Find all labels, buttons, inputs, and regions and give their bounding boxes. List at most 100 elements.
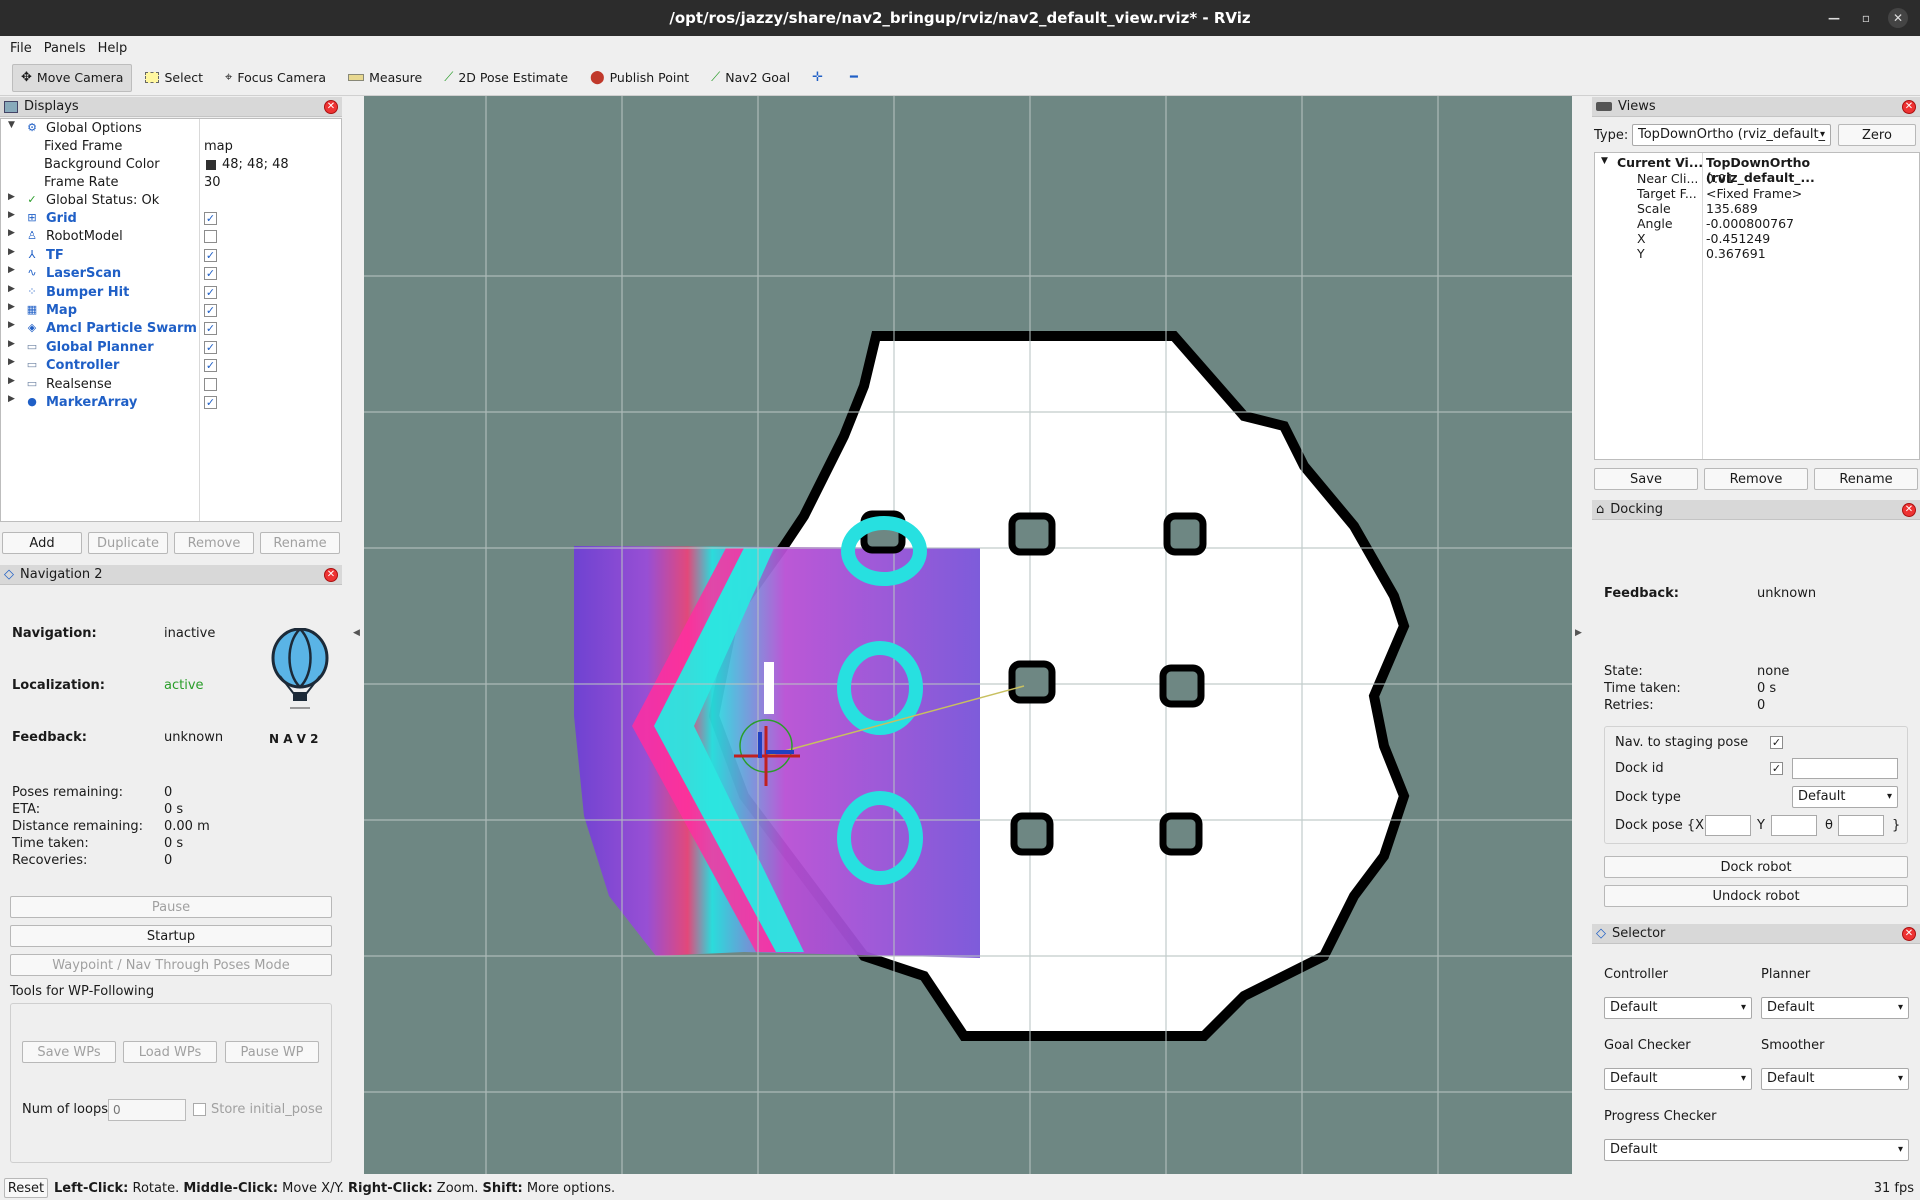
menu-file[interactable]: File <box>4 41 38 56</box>
view-prop-value[interactable]: -0.000800767 <box>1706 216 1794 231</box>
chevron-right-icon[interactable]: ▶ <box>8 210 15 220</box>
view-type-select[interactable]: TopDownOrtho (rviz_default_ <box>1632 124 1831 146</box>
publish-point-tool[interactable]: ⬤ Publish Point <box>581 64 698 92</box>
display-enabled-checkbox[interactable]: ✓ <box>204 322 217 336</box>
display-item-robotmodel[interactable]: ▶ ♙ RobotModel <box>1 228 341 246</box>
chevron-right-icon[interactable]: ▶ <box>8 394 15 404</box>
reset-button[interactable]: Reset <box>4 1178 48 1198</box>
menu-panels[interactable]: Panels <box>38 41 92 56</box>
display-enabled-checkbox[interactable]: ✓ <box>204 248 217 262</box>
chevron-right-icon[interactable]: ▶ <box>8 376 15 386</box>
dock-id-input[interactable] <box>1792 758 1898 779</box>
chevron-right-icon[interactable]: ▶ <box>8 284 15 294</box>
chevron-down-icon[interactable]: ▼ <box>1601 156 1608 166</box>
display-enabled-checkbox[interactable] <box>204 230 217 244</box>
close-docking-icon[interactable]: ✕ <box>1902 503 1916 517</box>
goal-checker-select[interactable]: Default <box>1604 1068 1752 1090</box>
move-camera-tool[interactable]: ✥ Move Camera <box>12 63 133 92</box>
controller-select[interactable]: Default <box>1604 997 1752 1019</box>
close-views-icon[interactable]: ✕ <box>1902 100 1916 114</box>
dock-robot-button[interactable]: Dock robot <box>1604 856 1908 878</box>
tree-global-status[interactable]: ▶ ✓ Global Status: Ok <box>1 192 341 210</box>
display-item-bumper-hit[interactable]: ▶ ⁘ Bumper Hit ✓ <box>1 284 341 302</box>
display-item-tf[interactable]: ▶ ⅄ TF ✓ <box>1 247 341 265</box>
select-tool[interactable]: Select <box>136 64 212 92</box>
menu-help[interactable]: Help <box>92 41 134 56</box>
save-view-button[interactable]: Save <box>1594 468 1698 490</box>
dock-pose-theta-input[interactable] <box>1838 815 1884 836</box>
pause-wp-button[interactable]: Pause WP <box>225 1041 319 1063</box>
display-enabled-checkbox[interactable]: ✓ <box>204 359 217 373</box>
display-enabled-checkbox[interactable]: ✓ <box>204 304 217 317</box>
display-enabled-checkbox[interactable]: ✓ <box>204 267 217 281</box>
add-display-button[interactable]: Add <box>2 532 82 554</box>
tree-frame-rate[interactable]: Frame Rate 30 <box>1 174 341 192</box>
view-prop-value[interactable]: 0.367691 <box>1706 246 1766 261</box>
display-item-markerarray[interactable]: ▶ ● MarkerArray ✓ <box>1 394 341 412</box>
progress-checker-select[interactable]: Default <box>1604 1139 1909 1161</box>
view-prop-value[interactable]: -0.451249 <box>1706 231 1770 246</box>
num-loops-input[interactable] <box>108 1099 186 1121</box>
minimize-icon[interactable]: — <box>1824 8 1844 28</box>
chevron-right-icon[interactable]: ▶ <box>8 247 15 257</box>
display-item-map[interactable]: ▶ ▦ Map ✓ <box>1 302 341 320</box>
chevron-right-icon[interactable]: ▶ <box>8 357 15 367</box>
display-item-grid[interactable]: ▶ ⊞ Grid ✓ <box>1 210 341 228</box>
chevron-right-icon[interactable]: ▶ <box>8 339 15 349</box>
dock-pose-y-input[interactable] <box>1771 815 1817 836</box>
measure-tool[interactable]: Measure <box>339 64 431 92</box>
dock-pose-x-input[interactable] <box>1705 815 1751 836</box>
dock-type-select[interactable]: Default <box>1792 786 1898 808</box>
chevron-right-icon[interactable]: ▶ <box>8 192 15 202</box>
close-nav2-icon[interactable]: ✕ <box>324 568 338 582</box>
rename-display-button[interactable]: Rename <box>260 532 340 554</box>
zero-button[interactable]: Zero <box>1838 124 1916 146</box>
left-splitter-handle[interactable]: ◀ <box>353 628 360 638</box>
display-item-amcl-particle-swarm[interactable]: ▶ ◈ Amcl Particle Swarm ✓ <box>1 320 341 338</box>
remove-display-button[interactable]: Remove <box>174 532 254 554</box>
store-initial-checkbox[interactable] <box>193 1103 206 1116</box>
display-enabled-checkbox[interactable]: ✓ <box>204 396 217 409</box>
chevron-right-icon[interactable]: ▶ <box>8 302 15 312</box>
pause-button[interactable]: Pause <box>10 896 332 918</box>
nav2-goal-tool[interactable]: ⟋ Nav2 Goal <box>702 64 799 92</box>
display-enabled-checkbox[interactable]: ✓ <box>204 340 217 354</box>
render-viewport[interactable] <box>364 96 1572 1174</box>
waypoint-mode-button[interactable]: Waypoint / Nav Through Poses Mode <box>10 954 332 976</box>
smoother-select[interactable]: Default <box>1761 1068 1909 1090</box>
close-selector-icon[interactable]: ✕ <box>1902 927 1916 941</box>
view-prop-value[interactable]: 135.689 <box>1706 201 1758 216</box>
chevron-down-icon[interactable]: ▼ <box>8 120 15 130</box>
load-wps-button[interactable]: Load WPs <box>123 1041 217 1063</box>
right-splitter-handle[interactable]: ▶ <box>1575 628 1582 638</box>
display-item-global-planner[interactable]: ▶ ▭ Global Planner ✓ <box>1 339 341 357</box>
chevron-right-icon[interactable]: ▶ <box>8 320 15 330</box>
display-item-laserscan[interactable]: ▶ ∿ LaserScan ✓ <box>1 265 341 283</box>
display-enabled-checkbox[interactable]: ✓ <box>204 285 217 299</box>
duplicate-display-button[interactable]: Duplicate <box>88 532 168 554</box>
maximize-icon[interactable]: ▫ <box>1856 8 1876 28</box>
display-item-controller[interactable]: ▶ ▭ Controller ✓ <box>1 357 341 375</box>
add-tool-button[interactable]: ✛ <box>803 64 837 92</box>
display-enabled-checkbox[interactable]: ✓ <box>204 212 217 225</box>
save-wps-button[interactable]: Save WPs <box>22 1041 116 1063</box>
display-enabled-checkbox[interactable] <box>204 377 217 391</box>
planner-select[interactable]: Default <box>1761 997 1909 1019</box>
dock-id-checkbox[interactable]: ✓ <box>1770 762 1783 775</box>
staging-pose-checkbox[interactable]: ✓ <box>1770 736 1783 749</box>
undock-robot-button[interactable]: Undock robot <box>1604 885 1908 907</box>
chevron-right-icon[interactable]: ▶ <box>8 265 15 275</box>
remove-tool-button[interactable]: ━ <box>841 64 872 92</box>
pose-estimate-tool[interactable]: ⟋ 2D Pose Estimate <box>435 64 577 92</box>
chevron-right-icon[interactable]: ▶ <box>8 228 15 238</box>
display-item-realsense[interactable]: ▶ ▭ Realsense <box>1 376 341 394</box>
view-prop-value[interactable]: <Fixed Frame> <box>1706 186 1802 201</box>
remove-view-button[interactable]: Remove <box>1704 468 1808 490</box>
rename-view-button[interactable]: Rename <box>1814 468 1918 490</box>
close-window-icon[interactable]: ✕ <box>1888 8 1908 28</box>
view-prop-value[interactable]: 0.01 <box>1706 171 1734 186</box>
tree-global-options[interactable]: ▼ ⚙ Global Options <box>1 120 341 138</box>
tree-fixed-frame[interactable]: Fixed Frame map <box>1 138 341 156</box>
startup-button[interactable]: Startup <box>10 925 332 947</box>
focus-camera-tool[interactable]: ⌖ Focus Camera <box>216 64 335 92</box>
